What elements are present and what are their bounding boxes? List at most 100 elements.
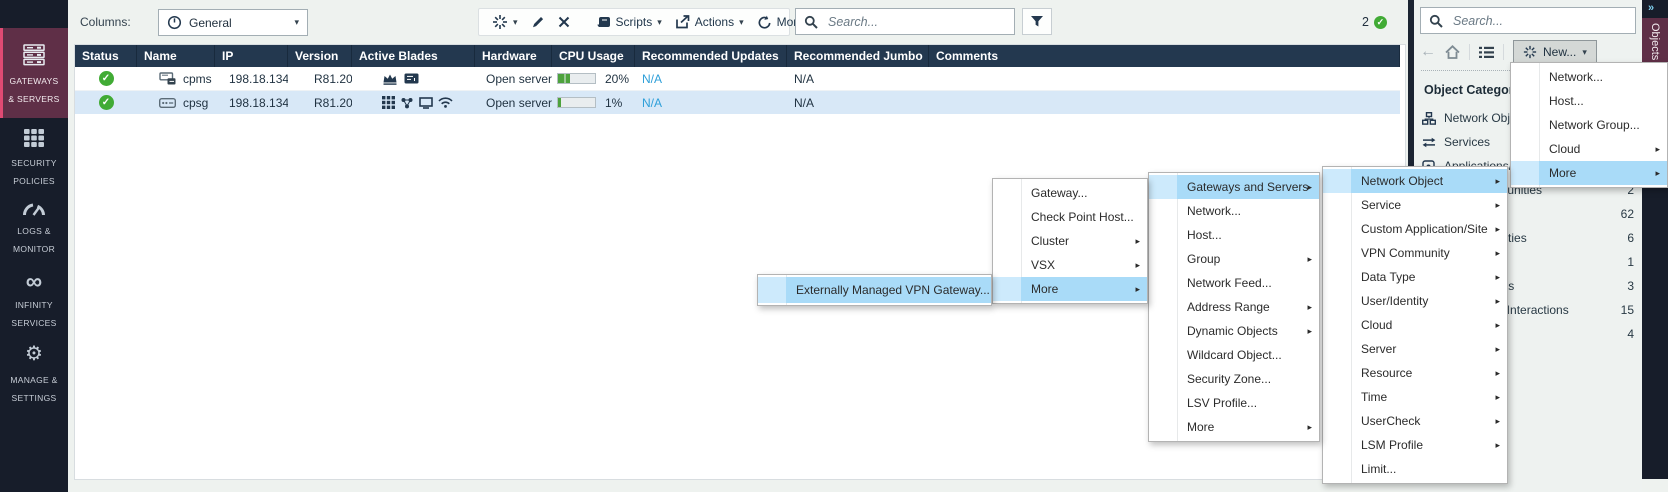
recommended-updates-cell[interactable]: N/A	[635, 96, 787, 110]
search-icon	[1429, 14, 1443, 28]
column-header-status[interactable]: Status	[75, 45, 137, 67]
new-button-label: New...	[1543, 45, 1576, 59]
main-search[interactable]	[795, 8, 1015, 35]
column-header-active-blades[interactable]: Active Blades	[352, 45, 475, 67]
menu-item-wildcard-object[interactable]: Wildcard Object...	[1149, 343, 1319, 367]
list-view-icon[interactable]	[1479, 46, 1494, 59]
new-burst-icon	[1523, 45, 1537, 59]
tab-objects[interactable]: Objects	[1642, 18, 1668, 66]
gateways-more-submenu: Externally Managed VPN Gateway...	[757, 274, 992, 306]
menu-item-data-type[interactable]: Data Type▸	[1323, 265, 1507, 289]
cluster-nodes-icon	[400, 97, 414, 109]
menu-item-more[interactable]: More▸	[1149, 415, 1319, 439]
menu-item-host[interactable]: Host...	[1149, 223, 1319, 247]
column-header-name[interactable]: Name	[137, 45, 215, 67]
table-row-cpms[interactable]: ✓ cpms 198.18.134.31 R81.20 Open server	[75, 67, 1400, 91]
objects-search[interactable]	[1420, 7, 1636, 34]
submenu-arrow-icon: ▸	[1307, 254, 1312, 265]
menu-item-externally-managed-vpn-gateway[interactable]: Externally Managed VPN Gateway...	[758, 277, 991, 303]
sidebar-item-security-policies[interactable]: SECURITY POLICIES	[0, 128, 68, 190]
actions-button[interactable]: Actions ▾	[675, 15, 744, 29]
sidebar-item-label: SECURITY POLICIES	[11, 158, 56, 186]
objects-search-input[interactable]	[1451, 13, 1627, 29]
cpu-usage-value: 1%	[605, 96, 622, 110]
submenu-arrow-icon: ▸	[1495, 272, 1500, 283]
menu-item-usercheck[interactable]: UserCheck▸	[1323, 409, 1507, 433]
sidebar-item-infinity-services[interactable]: ∞ INFINITY SERVICES	[0, 272, 68, 334]
menu-item-network[interactable]: Network...	[1149, 199, 1319, 223]
table-row-cpsg[interactable]: ✓ cpsg 198.18.134.32 R81.20	[75, 91, 1400, 114]
menu-item-security-zone[interactable]: Security Zone...	[1149, 367, 1319, 391]
display-icon	[419, 97, 433, 109]
menu-item-network-feed[interactable]: Network Feed...	[1149, 271, 1319, 295]
menu-item-cluster[interactable]: Cluster▸	[993, 229, 1147, 253]
column-header-recommended-jumbo[interactable]: Recommended Jumbo	[787, 45, 929, 67]
menu-item-user-identity[interactable]: User/Identity▸	[1323, 289, 1507, 313]
new-object-button[interactable]: ▾	[492, 14, 518, 30]
column-header-recommended-updates[interactable]: Recommended Updates	[635, 45, 787, 67]
columns-profile-dropdown[interactable]: General ▾	[158, 9, 308, 36]
menu-item-network[interactable]: Network...	[1511, 65, 1667, 89]
column-header-cpu-usage[interactable]: CPU Usage	[552, 45, 635, 67]
cpu-usage-cell: 1%	[552, 96, 635, 110]
crown-blade-icon	[382, 73, 398, 85]
menu-item-gateways-and-servers[interactable]: Gateways and Servers▸	[1149, 175, 1319, 199]
new-object-menu-button[interactable]: New... ▾	[1513, 40, 1597, 65]
network-object-submenu: Gateways and Servers▸ Network... Host...…	[1148, 172, 1320, 442]
cpu-usage-bar	[557, 97, 596, 108]
hardware-cell: Open server	[475, 96, 552, 110]
sidebar-item-logs-monitor[interactable]: LOGS & MONITOR	[0, 202, 68, 264]
menu-item-network-object[interactable]: Network Object▸	[1323, 169, 1507, 193]
sidebar-item-gateways-servers[interactable]: GATEWAYS & SERVERS	[0, 28, 68, 118]
column-header-version[interactable]: Version	[288, 45, 352, 67]
menu-item-limit[interactable]: Limit...	[1323, 457, 1507, 481]
submenu-arrow-icon: ▸	[1307, 302, 1312, 313]
column-header-ip[interactable]: IP	[215, 45, 288, 67]
sidebar-item-label: MANAGE & SETTINGS	[10, 375, 57, 403]
submenu-arrow-icon: ▸	[1495, 320, 1500, 331]
sidebar-item-label: GATEWAYS & SERVERS	[8, 76, 59, 104]
expand-panel-icon[interactable]: »	[1648, 2, 1653, 14]
menu-item-group[interactable]: Group▸	[1149, 247, 1319, 271]
home-icon[interactable]	[1445, 45, 1460, 59]
menu-item-time[interactable]: Time▸	[1323, 385, 1507, 409]
menu-item-gateway[interactable]: Gateway...	[993, 181, 1147, 205]
back-arrow-icon[interactable]: ←	[1420, 43, 1436, 61]
menu-item-custom-application-site[interactable]: Custom Application/Site▸	[1323, 217, 1507, 241]
menu-item-more[interactable]: More▸	[993, 277, 1147, 301]
scripts-button[interactable]: Scripts ▾	[596, 15, 662, 29]
search-input[interactable]	[826, 14, 1006, 30]
menu-item-server[interactable]: Server▸	[1323, 337, 1507, 361]
menu-item-cloud[interactable]: Cloud▸	[1511, 137, 1667, 161]
menu-item-cloud[interactable]: Cloud▸	[1323, 313, 1507, 337]
sidebar-item-manage-settings[interactable]: ⚙ MANAGE & SETTINGS	[0, 344, 68, 410]
menu-item-network-group[interactable]: Network Group...	[1511, 113, 1667, 137]
column-header-comments[interactable]: Comments	[929, 45, 1400, 67]
new-object-menu: Network... Host... Network Group... Clou…	[1510, 62, 1668, 188]
recommended-updates-cell[interactable]: N/A	[635, 72, 787, 86]
submenu-arrow-icon: ▸	[1135, 284, 1140, 295]
menu-item-more[interactable]: More▸	[1511, 161, 1667, 185]
menu-item-check-point-host[interactable]: Check Point Host...	[993, 205, 1147, 229]
columns-profile-value: General	[189, 16, 232, 30]
menu-item-resource[interactable]: Resource▸	[1323, 361, 1507, 385]
menu-item-address-range[interactable]: Address Range▸	[1149, 295, 1319, 319]
logs-monitor-icon	[0, 202, 68, 216]
delete-button[interactable]	[558, 16, 570, 28]
filter-button[interactable]	[1022, 8, 1052, 35]
menu-item-vpn-community[interactable]: VPN Community▸	[1323, 241, 1507, 265]
menu-item-dynamic-objects[interactable]: Dynamic Objects▸	[1149, 319, 1319, 343]
menu-item-lsv-profile[interactable]: LSV Profile...	[1149, 391, 1319, 415]
menu-item-vsx[interactable]: VSX▸	[993, 253, 1147, 277]
submenu-arrow-icon: ▸	[1495, 248, 1500, 259]
menu-item-service[interactable]: Service▸	[1323, 193, 1507, 217]
submenu-arrow-icon: ▸	[1655, 168, 1660, 179]
edit-button[interactable]	[531, 15, 545, 29]
menu-item-host[interactable]: Host...	[1511, 89, 1667, 113]
status-ok-icon: ✓	[99, 71, 114, 86]
security-policies-icon	[0, 128, 68, 148]
chevron-down-icon: ▾	[739, 17, 744, 28]
column-header-hardware[interactable]: Hardware	[475, 45, 552, 67]
menu-item-lsm-profile[interactable]: LSM Profile▸	[1323, 433, 1507, 457]
gateway-count: 2	[1362, 15, 1369, 29]
